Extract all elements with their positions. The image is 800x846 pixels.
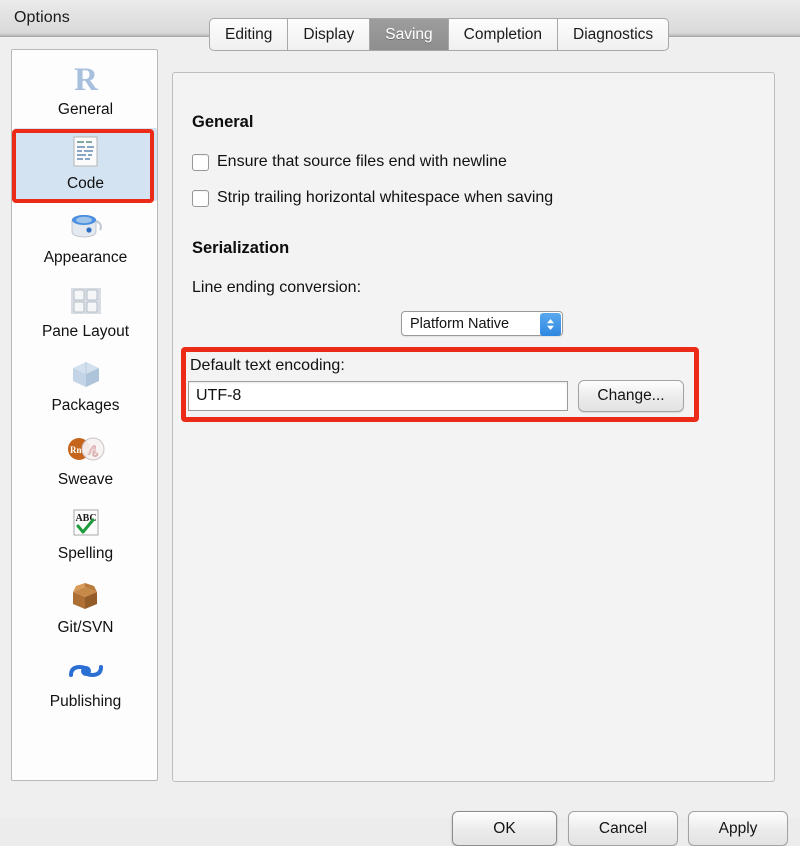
sidebar-item-appearance[interactable]: Appearance <box>14 202 157 275</box>
default-text-encoding-field[interactable]: UTF-8 <box>188 381 568 411</box>
sidebar-item-pane-layout[interactable]: Pane Layout <box>14 276 157 349</box>
tab-saving[interactable]: Saving <box>370 18 449 51</box>
general-section-heading: General <box>192 113 254 131</box>
sidebar-item-spelling[interactable]: ABC Spelling <box>14 498 157 571</box>
tab-editing[interactable]: Editing <box>209 18 289 51</box>
r-logo-icon: R <box>63 57 109 101</box>
dialog-body: R General Code Appearance Pane Layout Pa… <box>0 37 800 846</box>
sidebar-item-sweave[interactable]: Rnw A Sweave <box>14 424 157 497</box>
sidebar-label-packages: Packages <box>51 397 120 414</box>
serialization-section-heading: Serialization <box>192 239 290 257</box>
sidebar-label-appearance: Appearance <box>43 249 128 266</box>
svg-text:A: A <box>88 442 98 457</box>
sidebar-label-publishing: Publishing <box>49 693 122 710</box>
checkbox-ensure-newline[interactable] <box>192 153 209 171</box>
paint-can-icon <box>63 205 109 249</box>
publish-icon <box>63 649 109 693</box>
sidebar-item-general[interactable]: R General <box>14 54 157 127</box>
checkbox-row-strip-whitespace[interactable]: Strip trailing horizontal whitespace whe… <box>192 189 553 207</box>
sidebar-item-publishing[interactable]: Publishing <box>14 646 157 719</box>
apply-button[interactable]: Apply <box>688 811 788 846</box>
sidebar-label-sweave: Sweave <box>57 471 114 488</box>
sidebar-item-git-svn[interactable]: Git/SVN <box>14 572 157 645</box>
abc-check-icon: ABC <box>63 501 109 545</box>
options-category-sidebar: R General Code Appearance Pane Layout Pa… <box>11 49 158 781</box>
window-title: Options <box>14 9 70 26</box>
sidebar-label-spelling: Spelling <box>57 545 114 562</box>
checkbox-row-ensure-newline[interactable]: Ensure that source files end with newlin… <box>192 153 507 171</box>
open-box-icon <box>63 575 109 619</box>
saving-tab-panel: General Ensure that source files end wit… <box>172 72 775 782</box>
sidebar-label-git-svn: Git/SVN <box>57 619 114 636</box>
settings-tabstrip: Editing Display Saving Completion Diagno… <box>209 18 670 51</box>
rnw-pdf-icon: Rnw A <box>63 427 109 471</box>
default-text-encoding-label: Default text encoding: <box>190 357 345 374</box>
grid-panes-icon <box>63 279 109 323</box>
checkbox-strip-whitespace[interactable] <box>192 189 209 207</box>
cancel-button[interactable]: Cancel <box>568 811 678 846</box>
sidebar-label-general: General <box>57 101 114 118</box>
tab-display[interactable]: Display <box>288 18 371 51</box>
sidebar-label-pane-layout: Pane Layout <box>41 323 130 340</box>
checkbox-label-strip-whitespace: Strip trailing horizontal whitespace whe… <box>217 189 554 206</box>
line-ending-conversion-select[interactable]: Platform Native <box>401 311 563 336</box>
checkbox-label-ensure-newline: Ensure that source files end with newlin… <box>217 153 507 170</box>
ok-button[interactable]: OK <box>452 811 557 846</box>
change-encoding-button[interactable]: Change... <box>578 380 684 412</box>
svg-text:R: R <box>74 62 99 97</box>
stepper-chevron-icon[interactable] <box>540 313 561 336</box>
line-ending-conversion-value: Platform Native <box>410 315 510 332</box>
tab-diagnostics[interactable]: Diagnostics <box>558 18 670 51</box>
sidebar-item-code[interactable]: Code <box>14 128 157 201</box>
sidebar-label-code: Code <box>66 175 105 192</box>
line-ending-conversion-label: Line ending conversion: <box>192 279 362 296</box>
code-file-icon <box>63 131 109 175</box>
svg-text:ABC: ABC <box>75 513 96 524</box>
sidebar-item-packages[interactable]: Packages <box>14 350 157 423</box>
default-text-encoding-value: UTF-8 <box>196 387 242 404</box>
box-icon <box>63 353 109 397</box>
tab-completion[interactable]: Completion <box>448 18 559 51</box>
